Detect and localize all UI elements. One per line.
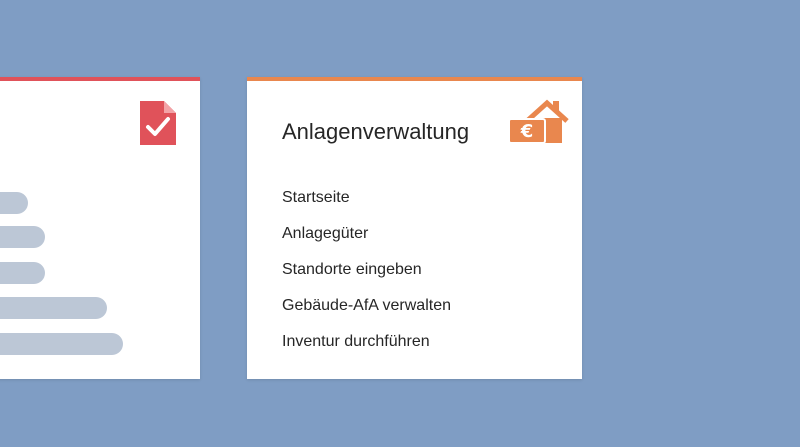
workflow-tile[interactable]: ltung	[0, 77, 200, 379]
svg-text:€: €	[520, 121, 534, 142]
menu-item-startseite[interactable]: Startseite	[282, 189, 451, 225]
document-check-icon	[140, 101, 176, 145]
loading-placeholder-bar	[0, 192, 28, 214]
asset-management-tile[interactable]: Anlagenverwaltung € Startseite Anlagegüt…	[247, 77, 582, 379]
asset-menu: Startseite Anlagegüter Standorte eingebe…	[282, 189, 451, 369]
loading-placeholder-bar	[0, 226, 45, 248]
building-euro-icon: €	[509, 99, 569, 144]
loading-placeholder-bar	[0, 262, 45, 284]
menu-item-standorte-eingeben[interactable]: Standorte eingeben	[282, 261, 451, 297]
menu-item-inventur-durchfuehren[interactable]: Inventur durchführen	[282, 333, 451, 369]
asset-management-tile-title: Anlagenverwaltung	[282, 119, 470, 144]
menu-item-anlagegueter[interactable]: Anlagegüter	[282, 225, 451, 261]
loading-placeholder-bar	[0, 333, 123, 355]
loading-placeholder-bar	[0, 297, 107, 319]
menu-item-gebaeude-afa-verwalten[interactable]: Gebäude-AfA verwalten	[282, 297, 451, 333]
